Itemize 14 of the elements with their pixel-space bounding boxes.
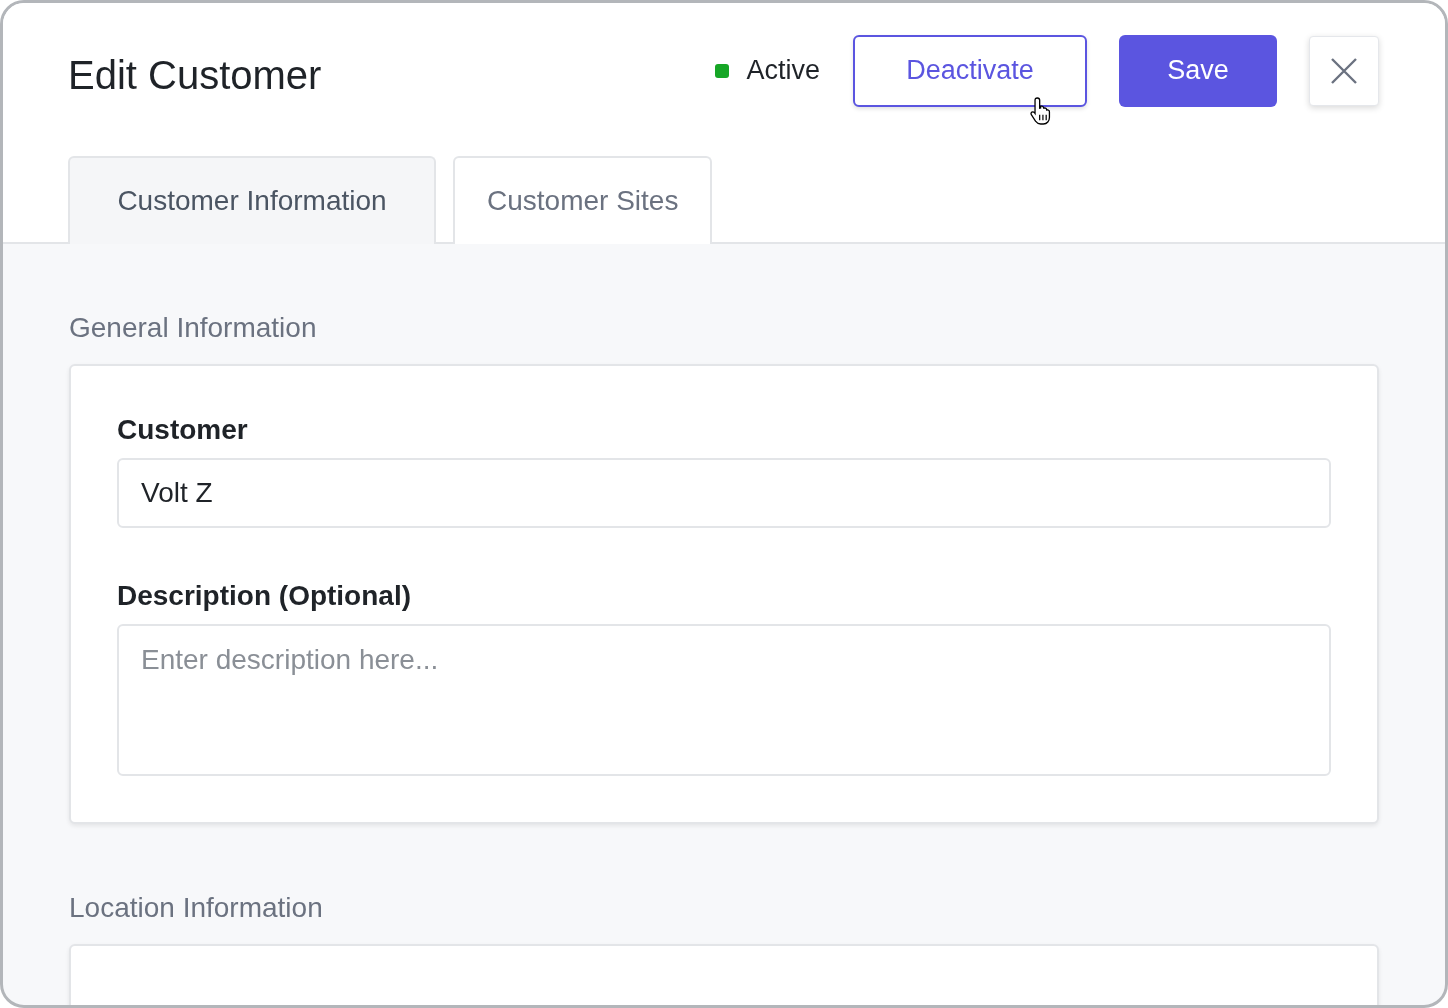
close-button[interactable] [1309, 35, 1379, 106]
field-label: Customer [117, 414, 249, 446]
description-field[interactable]: Enter description here... [117, 624, 1331, 776]
window-title: Edit Customer [68, 53, 322, 98]
save-button[interactable]: Save [1119, 34, 1277, 107]
section-title: General Information [69, 312, 318, 344]
tab[interactable]: Customer Sites [453, 156, 713, 244]
status-label: Active [746, 55, 820, 86]
tab[interactable]: Customer Information [68, 156, 436, 244]
field-label: Description (Optional) [117, 580, 412, 612]
customer-field[interactable]: Volt Z [117, 458, 1331, 528]
deactivate-button[interactable]: Deactivate [853, 34, 1087, 107]
section-title: Location Information [69, 892, 324, 924]
close-icon [1329, 55, 1359, 86]
